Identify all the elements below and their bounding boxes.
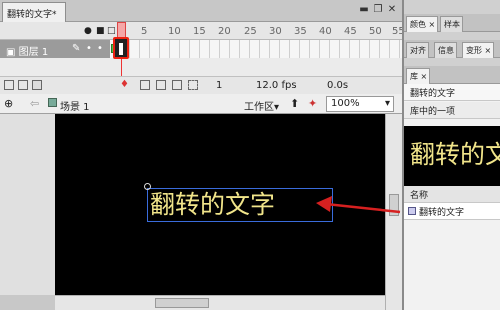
library-column-header[interactable]: 名称 [404, 186, 500, 203]
new-layer-icon[interactable] [4, 80, 14, 90]
align-tab-bar: 对齐 信息 变形 × [404, 40, 500, 58]
tab-label: 信息 [438, 46, 454, 55]
back-arrow-icon[interactable]: ⇦ [30, 97, 39, 110]
preview-text: 翻转的文 [410, 140, 500, 169]
tab-label: 变形 [466, 46, 482, 55]
right-panel: 颜色 × 样本 对齐 信息 变形 × 库 × 翻转的文字 库中的一项 翻转的文 … [402, 0, 500, 310]
tab-label: 对齐 [410, 46, 426, 55]
timeline-toggle-icon[interactable]: ⊕ [4, 97, 13, 110]
scroll-thumb[interactable] [389, 194, 399, 216]
lock-icon[interactable]: ■ [96, 26, 105, 36]
close-icon[interactable]: ✕ [386, 4, 398, 16]
layer-name-cell[interactable]: ▣ 图层 1 ✎ • • [0, 40, 110, 58]
stage-canvas[interactable]: 翻转的文字 [55, 114, 385, 295]
center-frame-icon[interactable]: ♦ [120, 79, 129, 90]
frame-number: 15 [193, 26, 206, 37]
column-name-label: 名称 [410, 191, 429, 201]
registration-point[interactable] [144, 183, 151, 190]
tab-info[interactable]: 信息 [434, 42, 457, 58]
frame-number: 25 [244, 26, 257, 37]
elapsed-time: 0.0s [327, 80, 349, 91]
library-item-count: 库中的一项 [404, 102, 500, 119]
chevron-down-icon: ▾ [384, 98, 390, 109]
scroll-thumb[interactable] [155, 298, 209, 308]
layer-name: 图层 1 [18, 47, 49, 58]
timeline-header: ● ■ □ 5 10 15 20 25 30 35 40 45 50 55 [0, 22, 405, 40]
delete-layer-icon[interactable] [32, 80, 42, 90]
timeline-panel: ● ■ □ 5 10 15 20 25 30 35 40 45 50 55 ▣ … [0, 22, 405, 94]
frame-cells[interactable] [110, 40, 402, 58]
onion-outline-icon[interactable] [156, 80, 166, 90]
library-tab-bar: 库 × [404, 66, 500, 84]
vertical-scrollbar[interactable] [385, 114, 402, 310]
scene-icon [48, 98, 57, 107]
timeline-footer: ♦ 1 12.0 fps 0.0s [0, 76, 402, 94]
new-folder-icon[interactable] [18, 80, 28, 90]
outline-icon[interactable]: □ [107, 26, 116, 36]
zoom-select[interactable]: 100% ▾ [326, 96, 394, 112]
zoom-value: 100% [331, 98, 360, 109]
text-symbol-icon [408, 207, 416, 215]
current-frame: 1 [216, 80, 223, 91]
onion-markers-icon[interactable] [188, 80, 198, 90]
frame-number: 50 [369, 26, 382, 37]
library-document-name: 翻转的文字 [410, 89, 456, 99]
document-tab[interactable]: 翻转的文字* [2, 2, 66, 22]
edit-multiple-frames-icon[interactable] [172, 80, 182, 90]
frame-number: 30 [269, 26, 282, 37]
frame-number: 40 [319, 26, 332, 37]
edit-bar: ⊕ ⇦ 场景 1 工作区▾ ⬆ ✦ 100% ▾ [0, 94, 402, 114]
workspace-dropdown[interactable]: 工作区▾ [244, 98, 279, 113]
library-item[interactable]: 翻转的文字 [404, 203, 500, 220]
layer-lock-dot-icon[interactable]: • [97, 43, 103, 54]
document-tab-title: 翻转的文字* [7, 10, 57, 20]
layer-icon: ▣ [6, 47, 19, 58]
item-count-label: 库中的一项 [410, 107, 456, 117]
text-selection-box[interactable]: 翻转的文字 [144, 183, 333, 222]
horizontal-scrollbar[interactable] [55, 295, 385, 310]
keyframe-dot [119, 43, 123, 55]
frame-rate[interactable]: 12.0 fps [256, 80, 297, 91]
stage-area: 翻转的文字 [0, 114, 402, 310]
library-panel: 翻转的文字 库中的一项 翻转的文 名称 翻转的文字 [404, 84, 500, 310]
playhead[interactable] [117, 22, 126, 38]
library-item-name: 翻转的文字 [419, 208, 465, 218]
tab-color[interactable]: 颜色 × [406, 16, 439, 32]
tab-label: 样本 [444, 20, 460, 29]
restore-icon[interactable]: ❐ [372, 4, 384, 16]
library-document-select[interactable]: 翻转的文字 [404, 84, 500, 101]
onion-skin-icon[interactable] [140, 80, 150, 90]
frame-number: 20 [218, 26, 231, 37]
pasteboard [0, 114, 55, 295]
color-tab-bar: 颜色 × 样本 [404, 14, 500, 32]
layer-visible-dot-icon[interactable]: • [86, 43, 92, 54]
tab-transform[interactable]: 变形 × [462, 42, 495, 58]
document-tab-bar: 翻转的文字* ▬ ❐ ✕ [0, 0, 402, 22]
stage-text[interactable]: 翻转的文字 [150, 190, 275, 220]
frame-number: 5 [141, 26, 148, 37]
keyframe-highlight[interactable] [113, 37, 129, 59]
tab-swatches[interactable]: 样本 [440, 16, 463, 32]
frame-number: 35 [294, 26, 307, 37]
frame-number: 10 [168, 26, 181, 37]
minimize-icon[interactable]: ▬ [358, 4, 370, 16]
tab-library[interactable]: 库 × [406, 68, 431, 84]
tab-label: 颜色 [410, 20, 426, 29]
tab-align[interactable]: 对齐 [406, 42, 429, 58]
frame-number: 45 [344, 26, 357, 37]
tab-label: 库 [410, 72, 418, 81]
edit-scene-icon[interactable]: ✦ [308, 97, 317, 110]
eye-icon[interactable]: ● [84, 26, 92, 36]
pencil-icon: ✎ [72, 43, 81, 54]
scene-name[interactable]: 场景 1 [60, 98, 90, 113]
edit-symbols-icon[interactable]: ⬆ [290, 97, 299, 110]
layer-row[interactable]: ▣ 图层 1 ✎ • • [0, 40, 402, 58]
